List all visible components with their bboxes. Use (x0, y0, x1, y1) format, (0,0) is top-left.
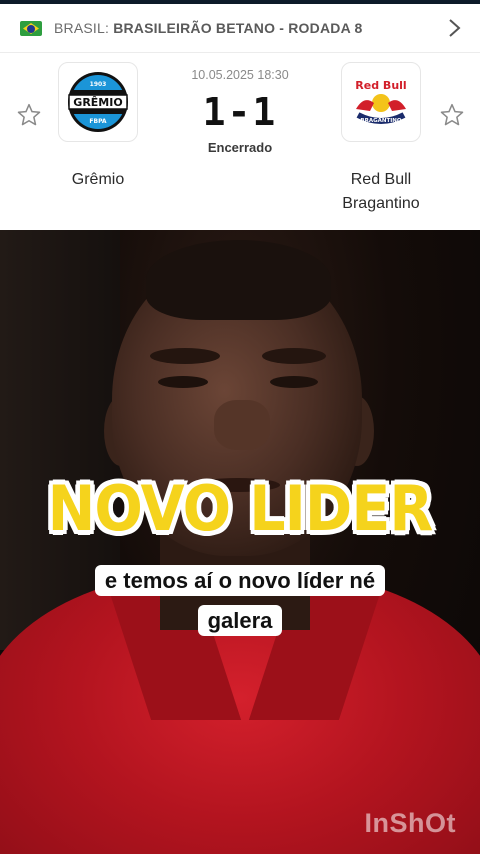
match-datetime: 10.05.2025 18:30 (191, 68, 289, 82)
league-row[interactable]: BRASIL: BRASILEIRÃO BETANO - RODADA 8 (0, 4, 480, 53)
home-team[interactable]: GRÊMIO 1903 FBPA Grêmio (23, 62, 173, 192)
match-score: 1-1 (202, 90, 278, 134)
video-headline: NOVO LIDER (46, 471, 434, 547)
svg-text:FBPA: FBPA (89, 118, 107, 125)
gremio-logo[interactable]: GRÊMIO 1903 FBPA (58, 62, 138, 142)
svg-text:1903: 1903 (90, 81, 107, 88)
eyebrow-left (150, 348, 220, 364)
home-team-name[interactable]: Grêmio (23, 168, 173, 192)
brazil-flag-icon (20, 21, 42, 36)
svg-text:BRAGANTINO: BRAGANTINO (360, 118, 401, 124)
eye-right (270, 376, 318, 388)
video-player[interactable]: NOVO LIDER e temos aí o novo líder né ga… (0, 230, 480, 854)
svg-text:GRÊMIO: GRÊMIO (73, 96, 122, 109)
gremio-crest-icon: GRÊMIO 1903 FBPA (68, 72, 128, 132)
league-title: BRASIL: BRASILEIRÃO BETANO - RODADA 8 (54, 20, 362, 36)
match-header-card: BRASIL: BRASILEIRÃO BETANO - RODADA 8 GR… (0, 4, 480, 230)
match-info: 10.05.2025 18:30 1-1 Encerrado (160, 68, 320, 155)
match-status: Encerrado (207, 140, 273, 155)
league-name: BRASILEIRÃO BETANO - RODADA 8 (113, 20, 363, 36)
caption-line-1: e temos aí o novo líder né (94, 565, 386, 596)
video-caption: e temos aí o novo líder né galera (0, 562, 480, 642)
league-country: BRASIL: (54, 20, 110, 36)
chevron-right-icon[interactable] (444, 18, 464, 38)
red-bull-bragantino-crest-icon: Red Bull BRAGANTINO (355, 79, 406, 124)
svg-text:Red Bull: Red Bull (355, 79, 406, 92)
nose (214, 400, 270, 450)
eyebrow-right (262, 348, 326, 364)
caption-line-2: galera (197, 605, 283, 636)
away-team[interactable]: Red Bull BRAGANTINO Red Bull Bragantino (306, 62, 456, 216)
away-team-name[interactable]: Red Bull Bragantino (321, 168, 441, 216)
bragantino-logo[interactable]: Red Bull BRAGANTINO (341, 62, 421, 142)
eye-left (158, 376, 208, 388)
hair (146, 240, 331, 320)
inshot-watermark: InShOt (364, 808, 456, 838)
